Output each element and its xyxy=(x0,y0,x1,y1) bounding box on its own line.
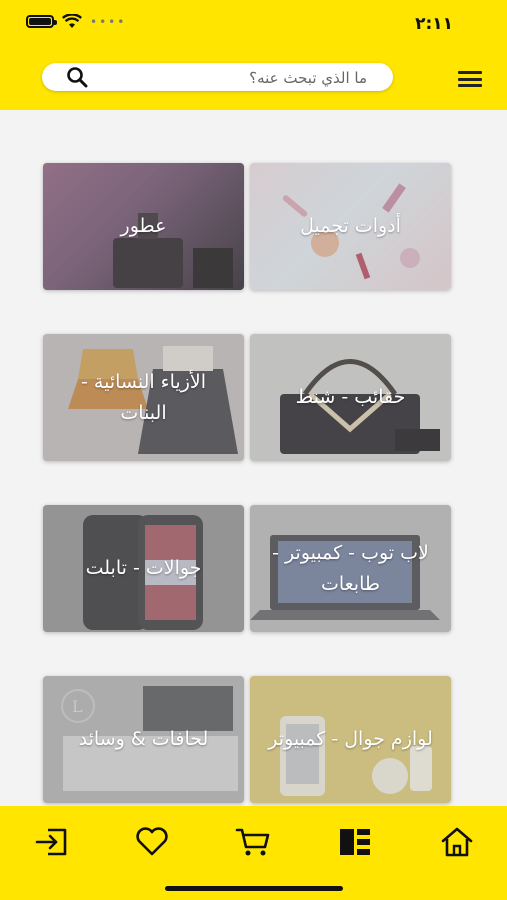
home-icon[interactable] xyxy=(437,822,477,862)
categories-icon[interactable] xyxy=(335,822,375,862)
search-input[interactable] xyxy=(85,63,369,93)
category-tile-cosmetics[interactable]: أدوات تجميل xyxy=(250,163,451,290)
login-icon[interactable] xyxy=(31,822,71,862)
status-icons: •••• xyxy=(26,14,126,29)
top-bar: •••• ٢:١١ xyxy=(0,0,507,110)
category-label: لوازم جوال - كمبيوتر xyxy=(268,728,433,751)
category-tile-laptops[interactable]: لاب توب - كمبيوتر - طابعات xyxy=(250,505,451,632)
category-label: لاب توب - كمبيوتر - طابعات xyxy=(272,542,429,595)
status-time: ٢:١١ xyxy=(415,14,453,34)
battery-icon xyxy=(26,15,57,28)
category-tile-accessories[interactable]: لوازم جوال - كمبيوتر xyxy=(250,676,451,803)
category-tile-bedding[interactable]: L لحافات & وسائد xyxy=(43,676,244,803)
category-label: عطور xyxy=(120,215,167,238)
category-label: حقائب - شنط xyxy=(295,386,406,409)
category-tile-women-fashion[interactable]: الأزياء النسائية - البنات xyxy=(43,334,244,461)
category-label: أدوات تجميل xyxy=(300,215,401,238)
cart-icon[interactable] xyxy=(233,822,273,862)
menu-icon[interactable] xyxy=(458,71,482,87)
wifi-icon xyxy=(62,14,82,28)
heart-icon[interactable] xyxy=(132,822,172,862)
category-tile-phones[interactable]: جوالات - تابلت xyxy=(43,505,244,632)
signal-icon: •••• xyxy=(90,14,127,29)
category-label: جوالات - تابلت xyxy=(85,557,202,580)
category-tile-perfumes[interactable]: عطور xyxy=(43,163,244,290)
category-tile-bags[interactable]: حقائب - شنط xyxy=(250,334,451,461)
home-indicator xyxy=(165,886,343,891)
category-label: الأزياء النسائية - البنات xyxy=(81,371,206,424)
search-bar[interactable] xyxy=(42,63,393,93)
category-label: لحافات & وسائد xyxy=(78,728,209,751)
